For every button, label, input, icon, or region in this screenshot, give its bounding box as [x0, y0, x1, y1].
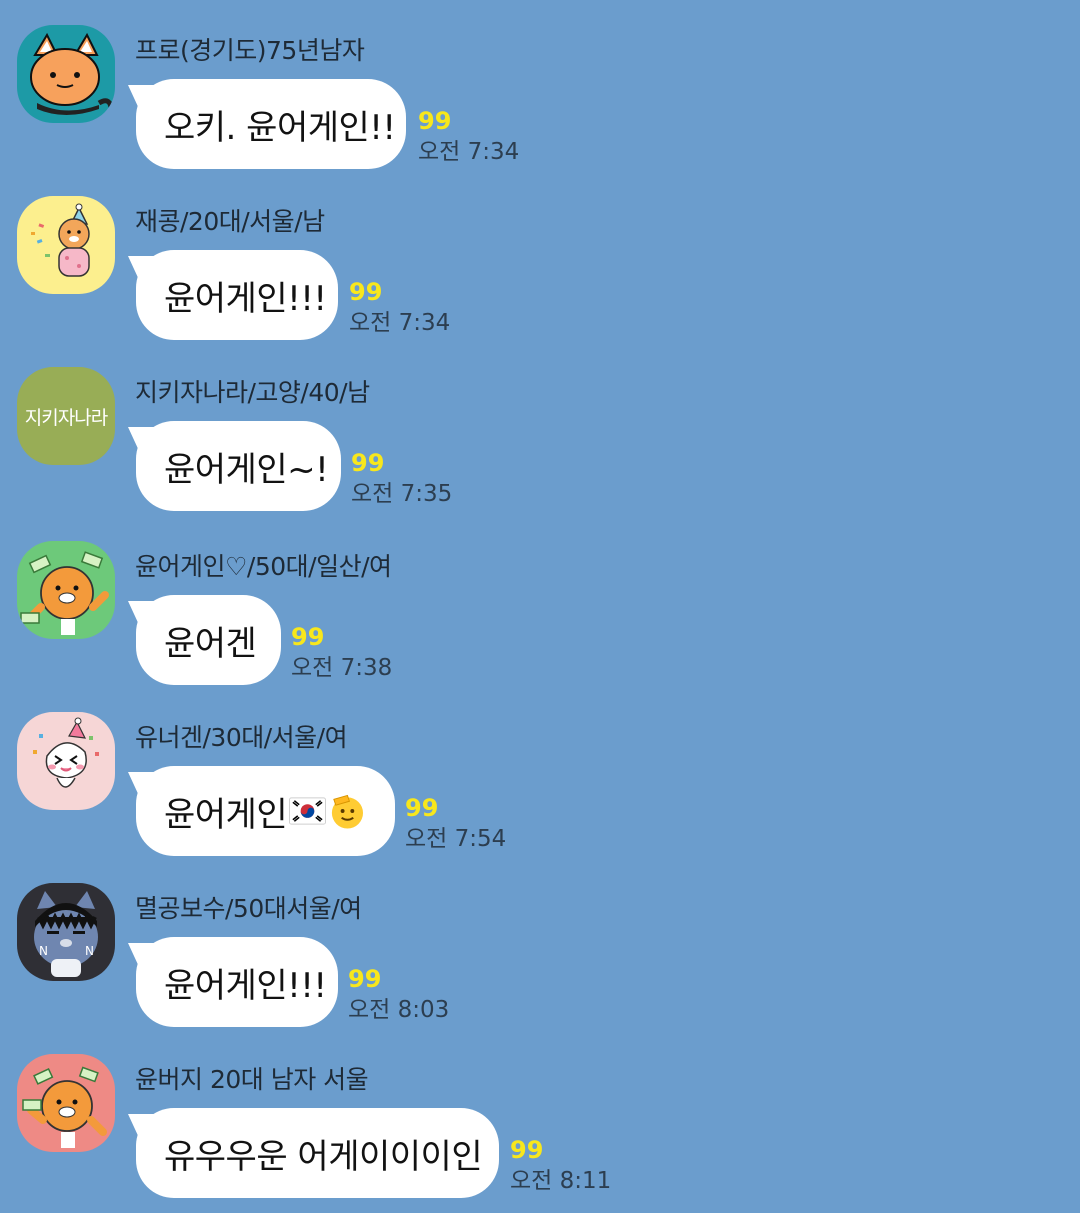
avatar[interactable] — [17, 541, 115, 639]
message-text: 윤어게인!!! — [164, 278, 327, 319]
message-bubble[interactable]: 유우우운 어게이이이인 — [136, 1108, 499, 1198]
message-time: 오전 8:03 — [348, 997, 450, 1023]
message-meta: 99 오전 7:38 — [291, 622, 392, 684]
saluting-face-emoji — [331, 794, 364, 829]
message-meta: 99 오전 8:03 — [348, 964, 449, 1026]
unread-count: 99 — [510, 1136, 544, 1164]
message-meta: 99 오전 7:34 — [349, 277, 450, 339]
chat-message: 윤버지 20대 남자 서울 유우우운 어게이이이인 99 오전 8:11 — [0, 1029, 1080, 1200]
sender-name[interactable]: 윤어게인♡/50대/일산/여 — [135, 547, 392, 583]
chat-message: N N 멸공보수/50대서울/여 윤어게인!!! 99 오전 8:03 — [0, 858, 1080, 1029]
message-text: 윤어게인~! — [164, 449, 329, 490]
party-peach-character-icon — [17, 712, 115, 810]
avatar[interactable] — [17, 196, 115, 294]
message-meta: 99 오전 7:35 — [351, 448, 452, 510]
party-lion-character-icon — [17, 196, 115, 294]
message-bubble[interactable]: 윤어겐 — [136, 595, 281, 685]
avatar[interactable]: 지키자나라 — [17, 367, 115, 465]
message-bubble[interactable]: 윤어게인~! — [136, 421, 341, 511]
message-bubble[interactable]: 윤어게인 — [136, 766, 395, 856]
message-time: 오전 7:38 — [291, 655, 393, 681]
unread-count: 99 — [418, 107, 452, 135]
chat-message: 지키자나라 지키자나라/고양/40/남 윤어게인~! 99 오전 7:35 — [0, 342, 1080, 513]
chat-message: 프로(경기도)75년남자 오키. 윤어게인!! 99 오전 7:34 — [0, 0, 1080, 171]
sender-name[interactable]: 유너겐/30대/서울/여 — [135, 718, 348, 754]
raccoon-character-icon — [17, 25, 115, 123]
message-bubble[interactable]: 오키. 윤어게인!! — [136, 79, 406, 169]
message-time: 오전 7:34 — [418, 139, 520, 165]
sender-name[interactable]: 멸공보수/50대서울/여 — [135, 889, 362, 925]
unread-count: 99 — [405, 794, 439, 822]
svg-text:N: N — [39, 944, 48, 958]
sender-name[interactable]: 재콩/20대/서울/남 — [135, 202, 325, 238]
avatar-label: 지키자나라 — [24, 406, 108, 429]
sender-name[interactable]: 프로(경기도)75년남자 — [135, 31, 365, 67]
money-lion-character-icon — [17, 541, 115, 639]
message-time: 오전 8:11 — [510, 1168, 612, 1194]
chat-message: 유너겐/30대/서울/여 윤어게인 99 오전 7:54 — [0, 687, 1080, 858]
message-text: 유우우운 어게이이이인 — [164, 1136, 483, 1177]
message-time: 오전 7:35 — [351, 481, 453, 507]
unread-count: 99 — [349, 278, 383, 306]
unread-count: 99 — [348, 965, 382, 993]
chat-room[interactable]: 프로(경기도)75년남자 오키. 윤어게인!! 99 오전 7:34 재콩/20… — [0, 0, 1080, 1213]
message-time: 오전 7:34 — [349, 310, 451, 336]
svg-text:N: N — [85, 944, 94, 958]
sender-name[interactable]: 지키자나라/고양/40/남 — [135, 373, 370, 409]
unread-count: 99 — [351, 449, 385, 477]
message-text: 윤어게인!!! — [164, 965, 327, 1006]
avatar[interactable]: N N — [17, 883, 115, 981]
message-bubble[interactable]: 윤어게인!!! — [136, 937, 338, 1027]
message-time: 오전 7:54 — [405, 826, 507, 852]
cat-character-icon: N N — [17, 883, 115, 981]
money-lion-character-icon — [17, 1054, 115, 1152]
unread-count: 99 — [291, 623, 325, 651]
chat-message: 윤어게인♡/50대/일산/여 윤어겐 99 오전 7:38 — [0, 516, 1080, 687]
korea-flag-emoji — [289, 797, 327, 825]
message-text: 오키. 윤어게인!! — [164, 107, 396, 148]
message-text: 윤어겐 — [164, 623, 257, 664]
message-meta: 99 오전 7:34 — [418, 106, 519, 168]
message-bubble[interactable]: 윤어게인!!! — [136, 250, 338, 340]
message-text: 윤어게인 — [164, 794, 288, 835]
message-meta: 99 오전 8:11 — [510, 1135, 611, 1197]
chat-message: 재콩/20대/서울/남 윤어게인!!! 99 오전 7:34 — [0, 171, 1080, 342]
avatar[interactable] — [17, 1054, 115, 1152]
avatar[interactable] — [17, 25, 115, 123]
message-meta: 99 오전 7:54 — [405, 793, 506, 855]
sender-name[interactable]: 윤버지 20대 남자 서울 — [135, 1060, 369, 1096]
avatar[interactable] — [17, 712, 115, 810]
